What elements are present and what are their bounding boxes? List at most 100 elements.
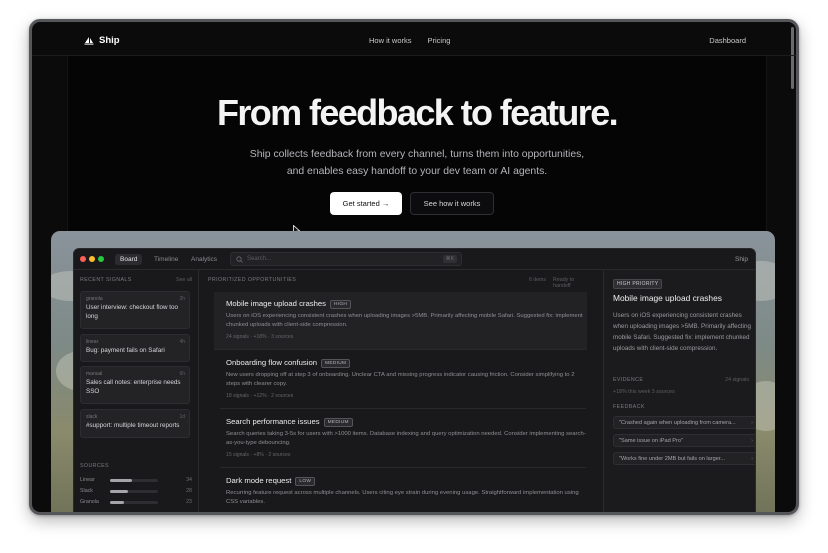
source-row: Granola 23 [80, 499, 192, 507]
source-row: Linear 34 [80, 477, 192, 485]
see-how-it-works-button[interactable]: See how it works [410, 192, 494, 215]
signal-age: 1d [179, 414, 185, 420]
source-bar [110, 479, 158, 482]
tab-analytics[interactable]: Analytics [186, 254, 222, 265]
nav-link-dashboard[interactable]: Dashboard [709, 36, 746, 45]
feedback-heading: FEEDBACK [613, 404, 645, 410]
brand-name: Ship [99, 35, 120, 46]
signal-source: linear [86, 339, 99, 345]
search-placeholder: Search... [247, 256, 272, 262]
priority-badge: MEDIUM [323, 418, 353, 427]
hero-subtitle-line: Ship collects feedback from every channe… [249, 149, 585, 160]
source-count: 28 [186, 488, 192, 494]
evidence-count: 24 signals [725, 377, 749, 383]
signal-source: slack [86, 414, 98, 420]
source-count: 23 [186, 499, 192, 505]
feedback-item[interactable]: "Works fine under 2MB but fails on large… [613, 452, 755, 465]
ship-icon [84, 37, 94, 45]
handoff-filter[interactable]: Ready to handoff [553, 277, 593, 289]
opportunity-card[interactable]: Onboarding flow confusion MEDIUM New user… [220, 351, 586, 409]
opportunity-meta: 24 signals · +18% · 3 sources [226, 334, 294, 340]
opportunity-meta: 18 signals · +12% · 2 sources [226, 393, 294, 399]
opportunity-title-row: Mobile image upload crashes HIGH [226, 299, 352, 309]
get-started-button[interactable]: Get started → [330, 192, 402, 215]
top-nav: Ship How it works Pricing Dashboard [32, 22, 796, 56]
signal-age: 4h [179, 339, 185, 345]
opportunity-card-selected[interactable]: Mobile image upload crashes HIGH Users on… [214, 292, 587, 350]
source-bar-fill [110, 501, 125, 504]
opportunities-count: 6 items [529, 277, 547, 283]
opportunity-title: Mobile image upload crashes [226, 299, 326, 308]
opportunity-card[interactable]: Search performance issues MEDIUM Search q… [220, 410, 586, 468]
opportunity-card[interactable]: Dark mode request LOW Recurring feature r… [220, 469, 586, 512]
nav-link-pricing[interactable]: Pricing [428, 36, 451, 45]
feedback-item[interactable]: "Crashed again when uploading from camer… [613, 416, 755, 429]
signal-card[interactable]: granola 2h User interview: checkout flow… [80, 291, 190, 329]
chevron-right-icon: › [751, 420, 753, 426]
detail-panel: HIGH PRIORITY Mobile image upload crashe… [603, 270, 755, 512]
opportunity-title-row: Dark mode request LOW [226, 476, 316, 486]
signal-source: manual [86, 371, 103, 377]
signal-card[interactable]: linear 4h Bug: payment fails on Safari [80, 334, 190, 362]
maximize-window-icon[interactable] [98, 256, 104, 262]
feedback-item[interactable]: "Same issue on iPad Pro" › [613, 434, 755, 447]
signal-source: granola [86, 296, 103, 302]
minimize-window-icon[interactable] [89, 256, 95, 262]
opportunities-panel: PRIORITIZED OPPORTUNITIES 6 items Ready … [200, 270, 593, 512]
recent-signals-heading: RECENT SIGNALS [80, 277, 132, 283]
close-window-icon[interactable] [80, 256, 86, 262]
opportunity-title: Search performance issues [226, 417, 320, 426]
priority-badge: HIGH PRIORITY [613, 279, 663, 289]
search-input[interactable]: Search... ⌘K [230, 252, 462, 266]
opportunity-title-row: Onboarding flow confusion MEDIUM [226, 358, 351, 368]
brand-logo[interactable]: Ship [84, 35, 120, 46]
chevron-right-icon: › [751, 438, 753, 444]
see-all-link[interactable]: See all [176, 277, 192, 283]
feedback-quote: "Crashed again when uploading from camer… [619, 420, 736, 426]
opportunity-title: Onboarding flow confusion [226, 358, 318, 367]
tab-timeline[interactable]: Timeline [149, 254, 183, 265]
search-shortcut-badge: ⌘K [442, 255, 457, 263]
opportunity-title-row: Search performance issues MEDIUM [226, 417, 353, 427]
source-bar-fill [110, 490, 129, 493]
signal-age: 6h [179, 371, 185, 377]
opportunity-description: Recurring feature request across multipl… [226, 490, 579, 505]
app-toolbar: Board Timeline Analytics Search... ⌘K Sh… [74, 249, 755, 270]
evidence-heading: EVIDENCE [613, 377, 644, 383]
signal-card[interactable]: manual 6h Sales call notes: enterprise n… [80, 366, 190, 404]
sources-heading: SOURCES [80, 463, 109, 469]
nav-link-how-it-works[interactable]: How it works [369, 36, 412, 45]
source-bar [110, 490, 158, 493]
signal-age: 2h [179, 296, 185, 302]
signal-text: Bug: payment fails on Safari [86, 347, 165, 354]
priority-badge: LOW [295, 477, 316, 486]
hero-title: From feedback to feature. [216, 92, 619, 133]
tab-board[interactable]: Board [115, 254, 143, 265]
signal-card[interactable]: slack 1d #support: multiple timeout repo… [80, 409, 190, 438]
source-count: 34 [186, 477, 192, 483]
chevron-right-icon: › [751, 456, 753, 462]
source-name: Linear [80, 477, 95, 483]
hero-subtitle: Ship collects feedback from every channe… [32, 147, 796, 180]
detail-title: Mobile image upload crashes [613, 293, 722, 303]
opportunity-description: New users dropping off at step 3 of onbo… [226, 372, 575, 387]
signal-text: #support: multiple timeout reports [86, 422, 180, 429]
feedback-quote: "Same issue on iPad Pro" [619, 438, 683, 444]
source-row: Slack 28 [80, 488, 192, 496]
search-icon [236, 256, 243, 263]
opportunity-description: Search queries taking 3-5s for users wit… [226, 431, 586, 446]
detail-description: Users on iOS experiencing consistent cra… [613, 312, 751, 352]
feedback-quote: "Works fine under 2MB but fails on large… [619, 456, 726, 462]
opportunity-meta: 15 signals · +8% · 2 sources [226, 452, 291, 458]
opportunity-description: Users on iOS experiencing consistent cra… [226, 313, 583, 328]
opportunities-heading: PRIORITIZED OPPORTUNITIES [208, 277, 297, 283]
left-panel: RECENT SIGNALS See all granola 2h User i… [74, 270, 199, 512]
evidence-meta: +18% this week 3 sources [613, 389, 675, 395]
app-name: Ship [734, 256, 748, 263]
app-preview: Board Timeline Analytics Search... ⌘K Sh… [73, 248, 756, 512]
priority-badge: MEDIUM [321, 359, 351, 368]
signal-text: Sales call notes: enterprise needs SSO [86, 379, 181, 395]
hero-subtitle-line: and enables easy handoff to your dev tea… [286, 165, 548, 177]
priority-badge: HIGH [330, 300, 352, 309]
signal-text: User interview: checkout flow too long [86, 304, 179, 320]
